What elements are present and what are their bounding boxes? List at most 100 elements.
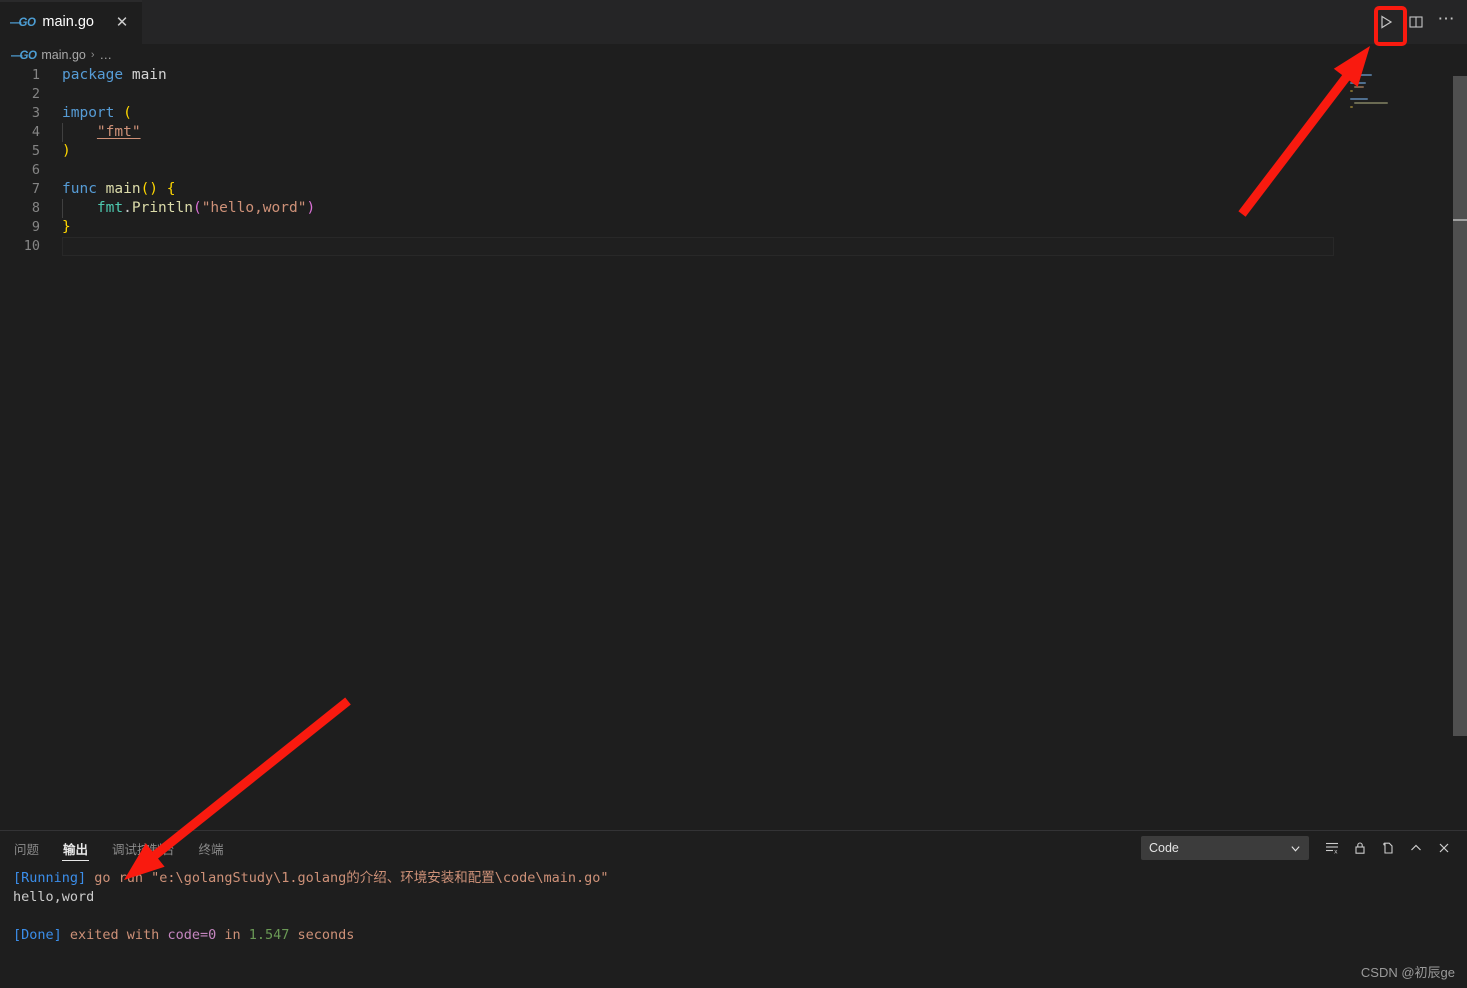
editor-vertical-scrollbar[interactable] [1452,66,1467,830]
line-content[interactable]: ) [62,142,71,161]
code-token: "fmt" [96,124,141,140]
breadcrumb-go-file-icon: GO [11,50,37,62]
clear-output-button[interactable]: x [1319,836,1345,860]
breadcrumb[interactable]: GO main.go › … [0,44,1467,66]
code-token: func [62,181,97,197]
line-content[interactable]: "fmt" [62,123,141,142]
panel-tab-debug-console[interactable]: 调试控制台 [111,831,176,865]
line-number: 9 [31,219,40,235]
output-segment: hello,word [13,889,95,905]
code-token: . [123,200,132,216]
code-line[interactable]: 7 func main() { [0,180,315,199]
minimap-line [1354,86,1364,88]
code-lines[interactable]: 1 package main 2 3 import (4 "fmt" 5) 6 7 func m… [0,66,1334,256]
minimap-line [1350,90,1353,92]
editor-tab-label: main.go [42,14,94,30]
editor-tab-main-go[interactable]: GO main.go ✕ [0,0,143,44]
minimap-line [1350,98,1368,100]
go-file-icon: GO [10,17,36,29]
close-tab-button[interactable]: ✕ [113,15,131,30]
code-line[interactable]: 5) [0,142,315,161]
code-line[interactable]: 4 "fmt" [0,123,315,142]
run-code-button[interactable] [1371,7,1401,37]
panel-tab-output[interactable]: 输出 [62,831,90,865]
split-editor-button[interactable] [1401,7,1431,37]
open-in-editor-icon [1383,842,1393,854]
code-token: ) [62,143,71,159]
line-number: 10 [23,238,40,254]
minimap-line [1350,78,1354,80]
line-content[interactable]: package main [62,66,167,85]
code-token: main [105,181,141,197]
output-channel-select[interactable]: Code [1141,836,1309,860]
code-line[interactable]: 2 [0,85,315,104]
line-content[interactable]: import ( [62,104,132,123]
bottom-panel: 问题 输出 调试控制台 终端 Code x [Running] go run "… [0,830,1467,988]
output-segment: 1.547 [248,927,290,943]
panel-tab-label: 终端 [198,842,224,857]
panel-header: 问题 输出 调试控制台 终端 Code x [0,831,1467,865]
output-line-stdout: hello,word [13,888,1467,907]
code-line[interactable]: 1 package main [0,66,315,85]
code-editor[interactable]: 1 package main 2 3 import (4 "fmt" 5) 6 7 func m… [0,66,1467,830]
minimap-line [1350,82,1366,84]
current-line-highlight [62,237,1334,256]
editor-minimap[interactable] [1342,66,1452,830]
output-segment: [Done] [13,927,62,943]
chevron-up-icon [1411,844,1421,851]
code-line[interactable]: 8 fmt.Println("hello,word") [0,199,315,218]
output-segment: seconds [289,927,355,943]
code-line[interactable]: 6 [0,161,315,180]
output-segment: code=0 [167,927,217,943]
code-token: "hello,word" [201,200,307,216]
code-line[interactable]: 3 import ( [0,104,315,123]
close-panel-button[interactable] [1431,836,1457,860]
line-content[interactable]: } [62,218,71,237]
line-number: 6 [31,162,40,178]
output-segment: [Running] [13,870,87,886]
panel-tab-label: 问题 [14,842,40,857]
breadcrumb-file[interactable]: main.go [41,48,85,62]
code-token: () [140,181,159,197]
output-content[interactable]: [Running] go run "e:\golangStudy\1.golan… [0,865,1467,988]
code-token: main [131,67,167,83]
maximize-panel-button[interactable] [1403,836,1429,860]
code-token: ) [306,200,316,216]
code-token: package [62,67,124,83]
output-segment: go run "e:\golangStudy\1.golang的介绍、环境安装和… [86,870,609,886]
output-channel-value: Code [1149,841,1179,855]
panel-tab-problems[interactable]: 问题 [13,831,40,865]
lock-scroll-button[interactable] [1347,836,1373,860]
panel-tab-label: 调试控制台 [112,842,175,857]
panel-actions: Code x [1141,836,1467,860]
open-in-editor-button[interactable] [1375,836,1401,860]
line-number: 3 [31,105,40,121]
more-actions-button[interactable]: ⋯ [1431,7,1461,37]
code-token: } [62,219,71,235]
code-line[interactable]: 9} [0,218,315,237]
line-content[interactable]: fmt.Println("hello,word") [62,199,315,218]
minimap-line [1350,106,1353,108]
breadcrumb-separator-icon: › [90,49,95,61]
code-token: ( [192,200,202,216]
panel-tab-list: 问题 输出 调试控制台 终端 [13,831,225,865]
breadcrumb-trailing[interactable]: … [100,48,113,62]
output-line-blank [13,907,1467,926]
line-number: 5 [31,143,40,159]
code-line[interactable]: 10 [0,237,1334,256]
play-triangle-icon [1381,15,1393,29]
line-content[interactable]: func main() { [62,180,176,199]
panel-tab-terminal[interactable]: 终端 [198,831,225,865]
lock-icon [1355,842,1365,854]
watermark: CSDN @初辰ge [1360,965,1455,980]
output-segment: in [216,927,249,943]
line-number: 7 [31,181,40,197]
code-token: { [166,181,176,197]
minimap-line [1354,102,1388,104]
active-tab-indicator [0,0,142,2]
code-token: fmt [96,200,124,216]
editor-scrollbar-thumb[interactable] [1453,76,1467,736]
